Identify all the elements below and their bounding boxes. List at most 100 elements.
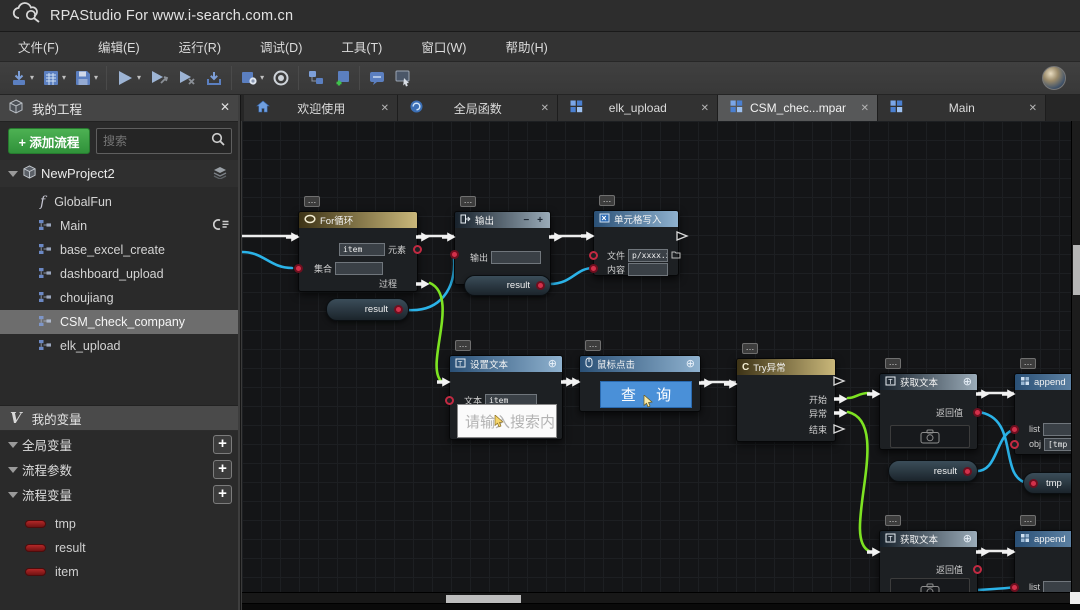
list-data-port[interactable] [1010, 583, 1019, 592]
element-library-button[interactable] [303, 65, 329, 91]
add-global-variable-button[interactable]: + [213, 435, 232, 454]
menu-file[interactable]: 文件(F) [12, 33, 65, 60]
tab-close-icon[interactable]: ✕ [1029, 103, 1037, 114]
try-exception-port[interactable] [834, 408, 848, 418]
twisty-open-icon[interactable] [8, 170, 18, 177]
project-list-button[interactable]: ▾ [38, 65, 70, 91]
return-data-port[interactable] [973, 565, 982, 574]
feedback-button[interactable] [364, 65, 390, 91]
target-selector-icon[interactable]: ⊕ [548, 358, 557, 370]
output-port[interactable] [549, 232, 563, 242]
obj-data-port[interactable] [1010, 440, 1019, 449]
save-button[interactable]: ▾ [70, 65, 102, 91]
input-port[interactable] [867, 389, 881, 399]
output-port[interactable] [976, 547, 990, 557]
node-mouse-click[interactable]: 鼠标点击 ⊕ 查 询 [567, 355, 713, 412]
node-comment-button[interactable]: … [599, 195, 615, 206]
horizontal-scrollbar-thumb[interactable] [446, 595, 521, 603]
add-flow-button[interactable]: + 添加流程 [8, 128, 90, 154]
data-wire[interactable] [548, 266, 595, 286]
sidebar-item-label[interactable]: CSM_check_company [60, 315, 185, 329]
user-avatar[interactable] [1042, 66, 1066, 90]
tab-main[interactable]: Main ✕ [878, 95, 1046, 121]
tab-close-icon[interactable]: ✕ [381, 103, 389, 114]
node-comment-button[interactable]: … [885, 358, 901, 369]
node-output[interactable]: 输出 − + 输出 [442, 211, 563, 285]
target-selector-icon[interactable]: ⊕ [963, 533, 972, 545]
input-port[interactable] [437, 377, 451, 387]
sidebar-item-csm-check-company[interactable]: CSM_check_company [0, 310, 238, 334]
data-wire[interactable] [242, 250, 294, 270]
input-port[interactable] [724, 379, 738, 389]
element-capture-placeholder[interactable] [890, 425, 970, 448]
close-panel-icon[interactable]: ✕ [220, 100, 230, 114]
section-label[interactable]: 全局变量 [22, 435, 72, 454]
node-try-catch[interactable]: C Try异常 开始 异常 结束 [724, 358, 848, 442]
section-global-variables[interactable]: 全局变量 + [0, 432, 238, 457]
list-data-port[interactable] [1010, 425, 1019, 434]
record-button[interactable] [268, 65, 294, 91]
publish-button[interactable] [201, 65, 227, 91]
node-for-loop[interactable]: For循环 item 元素 集合 过程 [286, 211, 430, 292]
project-name[interactable]: NewProject2 [41, 166, 115, 181]
flow-canvas[interactable]: … … … … … … … … … … For循环 item 元素 集合 过程 … [241, 121, 1080, 610]
node-comment-button[interactable]: … [585, 340, 601, 351]
element-data-port[interactable] [413, 245, 422, 254]
input-port[interactable] [1002, 547, 1016, 557]
try-start-port[interactable] [834, 394, 848, 404]
collection-data-port[interactable] [294, 264, 303, 273]
file-data-port[interactable] [589, 251, 598, 260]
variable-row-result[interactable]: result [0, 536, 238, 560]
debug-run-button[interactable] [145, 65, 173, 91]
node-set-text[interactable]: T 设置文本 ⊕ 文本 item 请输入搜索内 [437, 355, 575, 440]
output-port[interactable] [416, 232, 430, 242]
text-data-port[interactable] [445, 396, 454, 405]
pill-data-port[interactable] [963, 466, 972, 476]
process-wire[interactable] [846, 410, 871, 553]
dropdown-caret-icon[interactable]: ▾ [94, 74, 98, 82]
variable-row-tmp[interactable]: tmp [0, 512, 238, 536]
sidebar-item-elk-upload[interactable]: elk_upload [0, 334, 238, 358]
process-port[interactable] [416, 279, 430, 289]
add-element-button[interactable] [329, 65, 355, 91]
file-path-field[interactable]: p/xxxx.xlsx' [628, 248, 669, 262]
input-port[interactable] [442, 232, 456, 242]
result-pill[interactable]: result [464, 275, 551, 296]
input-port[interactable] [567, 377, 581, 387]
output-port[interactable] [976, 389, 990, 399]
dropdown-caret-icon[interactable]: ▾ [260, 74, 264, 82]
input-port[interactable] [286, 232, 300, 242]
menu-edit[interactable]: 编辑(E) [92, 33, 146, 60]
target-selector-icon[interactable]: ⊕ [686, 358, 695, 370]
input-port[interactable] [867, 547, 881, 557]
sidebar-item-label[interactable]: Main [60, 219, 87, 233]
tab-welcome[interactable]: 欢迎使用 ✕ [244, 95, 398, 121]
variable-row-item[interactable]: item [0, 560, 238, 584]
vertical-scrollbar-thumb[interactable] [1073, 245, 1080, 295]
try-end-port-unconnected[interactable] [832, 424, 846, 434]
element-screenshot-thumbnail[interactable]: 查 询 [600, 381, 692, 408]
node-cell-write[interactable]: 单元格写入 文件 p/xxxx.xlsx' 内容 [581, 210, 689, 276]
pill-data-port[interactable] [394, 305, 403, 314]
variable-name[interactable]: tmp [55, 517, 76, 531]
horizontal-scrollbar[interactable] [242, 592, 1080, 604]
run-project-button[interactable]: ▾ [6, 65, 38, 91]
menu-window[interactable]: 窗口(W) [415, 33, 472, 60]
pill-data-port[interactable] [536, 281, 545, 290]
sidebar-item-choujiang[interactable]: choujiang [0, 286, 238, 310]
sidebar-item-label[interactable]: GlobalFun [54, 195, 112, 209]
sidebar-item-dashboard-upload[interactable]: dashboard_upload [0, 262, 238, 286]
twisty-open-icon[interactable] [8, 466, 18, 473]
twisty-open-icon[interactable] [8, 441, 18, 448]
section-flow-variables[interactable]: 流程变量 + [0, 482, 238, 507]
search-icon[interactable] [211, 132, 225, 151]
element-screenshot-thumbnail[interactable]: 请输入搜索内 [457, 404, 557, 438]
section-label[interactable]: 流程变量 [22, 485, 72, 504]
process-wire[interactable] [846, 391, 871, 400]
tab-close-icon[interactable]: ✕ [541, 103, 549, 114]
project-tree-root[interactable]: NewProject2 [0, 160, 238, 187]
node-comment-button[interactable]: … [885, 515, 901, 526]
node-get-text-1[interactable]: T 获取文本 ⊕ 返回值 [867, 373, 990, 450]
sidebar-item-main[interactable]: Main [0, 214, 238, 238]
element-picker-button[interactable]: ▾ [236, 65, 268, 91]
